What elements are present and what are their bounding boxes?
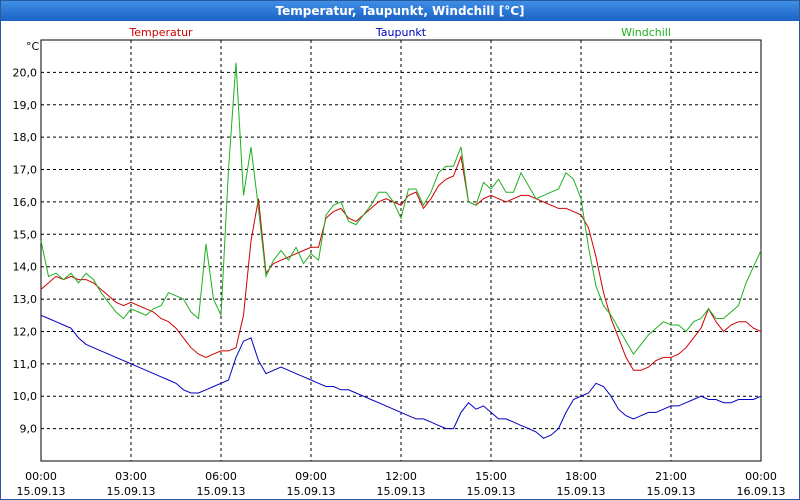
x-tick-time-label: 12:00 [385, 470, 417, 483]
line-chart: 9,0 10,0 11,0 12,0 13,0 14,0 15,0 16,0 17,0 18,0 1… [13, 26, 786, 498]
y-axis-label: °C [26, 40, 40, 53]
x-tick-time-label: 09:00 [295, 470, 327, 483]
y-tick-label: 10,0 [13, 390, 38, 403]
legend-temperatur: Temperatur [128, 26, 193, 39]
y-tick-label: 16,0 [13, 196, 38, 209]
legend-taupunkt: Taupunkt [375, 26, 427, 39]
x-tick-time-label: 03:00 [115, 470, 147, 483]
x-tick-time-label: 15:00 [475, 470, 507, 483]
y-tick-label: 11,0 [13, 358, 38, 371]
y-tick-label: 13,0 [13, 293, 38, 306]
x-tick-date-label: 15.09.13 [107, 485, 156, 498]
chart-window: Temperatur, Taupunkt, Windchill [°C] 9,0… [0, 0, 800, 500]
x-tick-date-label: 15.09.13 [557, 485, 606, 498]
x-tick-date-label: 15.09.13 [287, 485, 336, 498]
x-tick-date-label: 15.09.13 [647, 485, 696, 498]
y-tick-label: 14,0 [13, 261, 38, 274]
x-tick-time-label: 18:00 [565, 470, 597, 483]
y-tick-label: 17,0 [13, 164, 38, 177]
x-tick-date-label: 15.09.13 [467, 485, 516, 498]
x-tick-date-label: 15.09.13 [17, 485, 66, 498]
y-tick-label: 9,0 [20, 423, 38, 436]
y-tick-label: 19,0 [13, 99, 38, 112]
x-tick-date-label: 15.09.13 [197, 485, 246, 498]
x-tick-time-label: 21:00 [655, 470, 687, 483]
legend-windchill: Windchill [621, 26, 671, 39]
y-tick-label: 20,0 [13, 66, 38, 79]
y-tick-label: 12,0 [13, 325, 38, 338]
x-tick-time-label: 00:00 [25, 470, 57, 483]
x-tick-time-label: 06:00 [205, 470, 237, 483]
x-tick-date-label: 15.09.13 [377, 485, 426, 498]
y-tick-label: 15,0 [13, 228, 38, 241]
y-tick-label: 18,0 [13, 131, 38, 144]
x-tick-date-label: 16.09.13 [737, 485, 786, 498]
x-tick-time-label: 00:00 [745, 470, 777, 483]
